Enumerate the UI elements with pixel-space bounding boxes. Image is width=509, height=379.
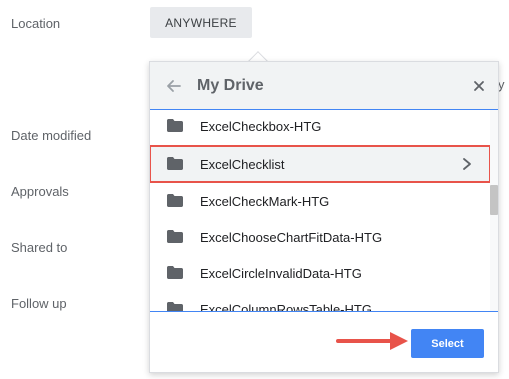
scrollbar-thumb[interactable] <box>490 185 498 215</box>
location-dropdown-button[interactable]: ANYWHERE <box>150 7 252 38</box>
picker-title: My Drive <box>197 77 264 94</box>
list-scrollbar[interactable] <box>490 110 498 311</box>
folder-icon <box>167 266 183 279</box>
date-modified-label: Date modified <box>11 128 92 143</box>
chevron-right-icon[interactable] <box>461 157 473 171</box>
list-item[interactable]: ExcelCheckbox-HTG <box>150 110 490 144</box>
shared-to-label: Shared to <box>11 240 68 255</box>
folder-icon <box>167 194 183 207</box>
picker-header: My Drive <box>150 62 498 110</box>
list-item-label: ExcelCheckMark-HTG <box>200 194 330 209</box>
folder-icon <box>167 157 183 170</box>
list-item-selected[interactable]: ExcelChecklist <box>150 145 491 183</box>
approvals-label: Approvals <box>11 184 69 199</box>
close-icon[interactable] <box>472 79 486 93</box>
list-item-label: ExcelChooseChartFitData-HTG <box>200 230 383 245</box>
list-item-label: ExcelCircleInvalidData-HTG <box>200 266 362 281</box>
list-item[interactable]: ExcelCircleInvalidData-HTG <box>150 255 490 291</box>
list-item-label: ExcelColumnRowsTable-HTG <box>200 302 372 311</box>
arrow-left-icon[interactable] <box>164 76 184 96</box>
folder-icon <box>167 230 183 243</box>
list-item-label: ExcelCheckbox-HTG <box>200 119 322 134</box>
list-item[interactable]: ExcelCheckMark-HTG <box>150 183 490 219</box>
folder-icon <box>167 119 183 132</box>
annotation-arrow-icon <box>336 332 408 350</box>
picker-footer: Select <box>150 311 498 372</box>
folder-icon <box>167 302 183 311</box>
search-options-panel: Location ANYWHERE Date modified Approval… <box>0 0 509 379</box>
follow-up-label: Follow up <box>11 296 67 311</box>
list-item[interactable]: ExcelChooseChartFitData-HTG <box>150 219 490 255</box>
folder-picker-dialog: My Drive ExcelCheckbox-HTG ExcelChecklis… <box>149 61 499 373</box>
location-label: Location <box>11 16 61 31</box>
list-item-label: ExcelChecklist <box>200 157 285 172</box>
folder-list: ExcelCheckbox-HTG ExcelChecklist ExcelCh… <box>150 110 498 311</box>
select-button[interactable]: Select <box>411 329 484 358</box>
list-item[interactable]: ExcelColumnRowsTable-HTG <box>150 291 490 311</box>
